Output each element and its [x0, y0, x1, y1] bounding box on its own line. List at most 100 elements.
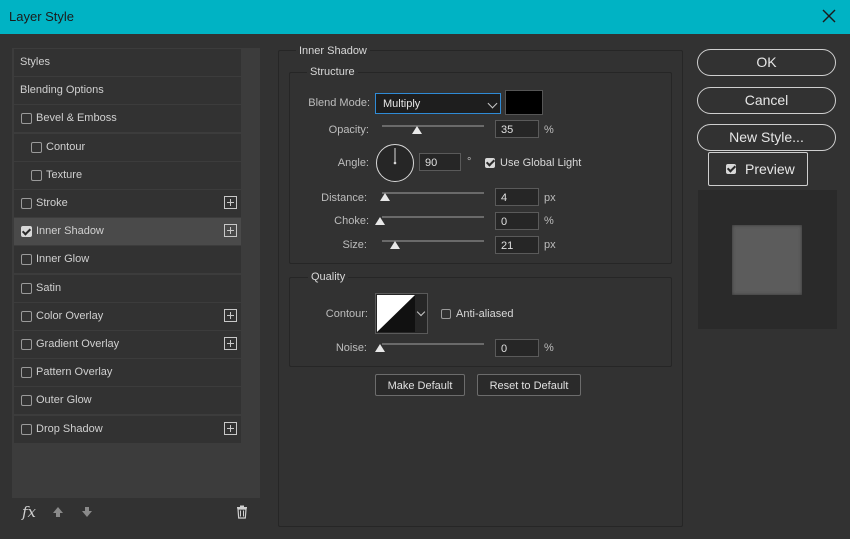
size-label: Size: [342, 239, 367, 251]
section-title: Inner Shadow [296, 45, 370, 57]
preview-toggle[interactable]: Preview [708, 152, 808, 186]
style-item-styles[interactable]: Styles [14, 49, 241, 77]
shadow-color-swatch[interactable] [505, 90, 543, 115]
new-style-button[interactable]: New Style... [697, 124, 836, 151]
title-bar: Layer Style [0, 0, 850, 34]
style-checkbox[interactable] [21, 113, 32, 125]
style-item-label: Texture [46, 168, 83, 181]
style-checkbox[interactable] [21, 395, 32, 407]
style-checkbox[interactable] [31, 169, 42, 181]
size-input[interactable]: 21 [495, 236, 539, 254]
angle-unit: ° [467, 156, 472, 168]
choke-slider-thumb[interactable] [375, 217, 385, 225]
preview-square [732, 225, 802, 295]
distance-slider-track[interactable] [382, 192, 484, 194]
anti-aliased-checkbox[interactable] [441, 309, 451, 319]
style-checkbox[interactable] [21, 198, 32, 209]
style-checkbox[interactable] [21, 367, 32, 379]
blend-mode-label: Blend Mode: [308, 97, 370, 109]
use-global-light-label: Use Global Light [500, 157, 582, 169]
style-item-label: Contour [46, 140, 86, 153]
add-effect-icon[interactable] [224, 308, 237, 322]
style-item-stroke[interactable]: Stroke [14, 190, 241, 218]
quality-title: Quality [308, 271, 349, 283]
chevron-down-icon [487, 98, 498, 109]
style-item-label: Satin [36, 281, 62, 294]
choke-unit: % [544, 215, 554, 227]
cancel-button[interactable]: Cancel [697, 87, 836, 114]
size-unit: px [544, 239, 556, 251]
style-item-inner-shadow[interactable]: Inner Shadow [14, 218, 241, 247]
style-item-bevel-emboss[interactable]: Bevel & Emboss [14, 105, 241, 134]
opacity-label: Opacity: [328, 124, 369, 136]
style-item-label: Stroke [36, 197, 68, 209]
move-down-icon[interactable] [81, 506, 93, 518]
close-icon[interactable] [820, 7, 838, 25]
style-item-pattern-overlay[interactable]: Pattern Overlay [14, 359, 241, 388]
style-item-label: Inner Glow [36, 253, 90, 266]
styles-toolbar: fx [14, 500, 254, 526]
style-checkbox[interactable] [21, 282, 32, 294]
chevron-down-icon [416, 307, 426, 317]
anti-aliased-label: Anti-aliased [456, 308, 514, 320]
fx-icon[interactable]: fx [22, 503, 36, 521]
style-item-gradient-overlay[interactable]: Gradient Overlay [14, 331, 241, 359]
blend-mode-value: Multiply [383, 98, 421, 110]
size-slider-thumb[interactable] [390, 241, 400, 249]
distance-input[interactable]: 4 [495, 188, 539, 206]
noise-label: Noise: [335, 342, 367, 354]
contour-label: Contour: [325, 308, 368, 320]
style-checkbox[interactable] [21, 339, 32, 350]
style-checkbox[interactable] [21, 254, 32, 266]
move-up-icon[interactable] [52, 506, 64, 518]
style-checkbox[interactable] [21, 423, 32, 435]
add-effect-icon[interactable] [224, 337, 237, 350]
style-checkbox[interactable] [31, 141, 42, 153]
style-item-label: Outer Glow [36, 394, 92, 407]
style-item-blending-options[interactable]: Blending Options [14, 77, 241, 106]
blend-mode-select[interactable]: Multiply [375, 93, 501, 114]
make-default-button[interactable]: Make Default [375, 374, 465, 396]
ok-button[interactable]: OK [697, 49, 836, 76]
style-item-label: Styles [20, 56, 50, 68]
distance-slider-thumb[interactable] [380, 193, 390, 201]
distance-label: Distance: [321, 192, 367, 204]
style-item-label: Bevel & Emboss [36, 112, 117, 125]
angle-dial[interactable] [375, 143, 415, 183]
trash-icon[interactable] [236, 505, 248, 519]
style-checkbox[interactable] [21, 310, 32, 322]
structure-title: Structure [307, 66, 358, 78]
preview-checkbox[interactable] [726, 164, 736, 174]
opacity-slider-thumb[interactable] [412, 126, 422, 134]
add-effect-icon[interactable] [224, 421, 237, 435]
choke-input[interactable]: 0 [495, 212, 539, 230]
use-global-light-checkbox[interactable] [485, 158, 495, 168]
add-effect-icon[interactable] [224, 224, 237, 238]
style-item-label: Pattern Overlay [36, 366, 113, 379]
opacity-slider-track[interactable] [382, 125, 484, 127]
style-item-satin[interactable]: Satin [14, 274, 241, 303]
style-item-contour[interactable]: Contour [14, 133, 241, 162]
style-item-color-overlay[interactable]: Color Overlay [14, 302, 241, 331]
style-item-inner-glow[interactable]: Inner Glow [14, 246, 241, 275]
style-item-outer-glow[interactable]: Outer Glow [14, 387, 241, 416]
style-item-drop-shadow[interactable]: Drop Shadow [14, 415, 241, 444]
style-checkbox[interactable] [21, 226, 32, 238]
noise-input[interactable]: 0 [495, 339, 539, 357]
noise-slider-track[interactable] [382, 343, 484, 345]
noise-slider-thumb[interactable] [375, 344, 385, 352]
distance-unit: px [544, 192, 556, 204]
angle-label: Angle: [337, 157, 369, 169]
angle-input[interactable]: 90 [419, 153, 461, 171]
preview-label: Preview [745, 161, 795, 177]
contour-preview-icon [377, 295, 415, 332]
choke-slider-track[interactable] [382, 216, 484, 218]
contour-picker[interactable] [375, 293, 428, 334]
style-item-label: Drop Shadow [36, 422, 103, 435]
opacity-input[interactable]: 35 [495, 120, 539, 138]
style-item-texture[interactable]: Texture [14, 161, 241, 190]
add-effect-icon[interactable] [224, 196, 237, 209]
style-item-label: Gradient Overlay [36, 338, 120, 350]
choke-label: Choke: [334, 215, 369, 227]
reset-to-default-button[interactable]: Reset to Default [477, 374, 581, 396]
